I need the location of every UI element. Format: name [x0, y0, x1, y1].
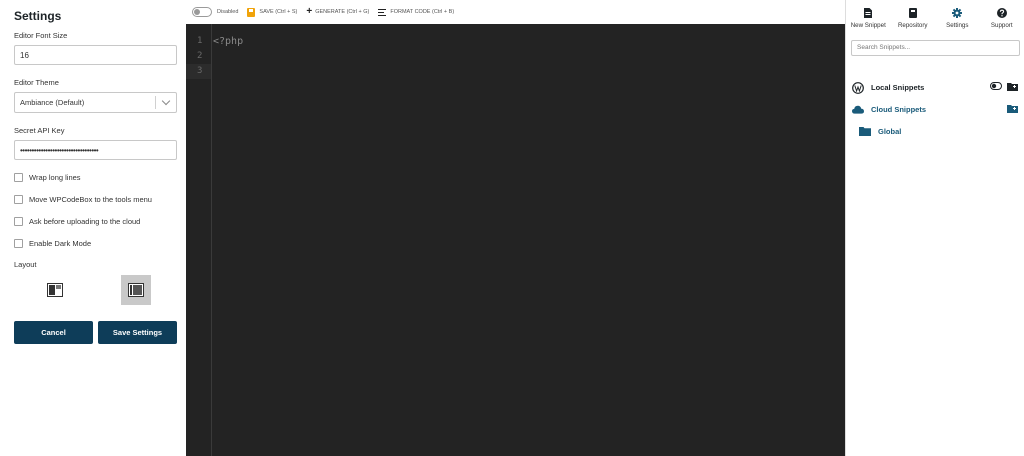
- nav-support-label: Support: [990, 22, 1013, 29]
- layout-option-left[interactable]: [40, 275, 70, 305]
- tools-menu-label: Move WPCodeBox to the tools menu: [29, 195, 152, 204]
- wrap-lines-checkbox[interactable]: [14, 173, 23, 182]
- code-editor[interactable]: 1 2 3 <?php: [186, 24, 845, 456]
- layout-option-right[interactable]: [121, 275, 151, 305]
- line-number: 2: [197, 51, 203, 61]
- add-cloud-folder-icon[interactable]: [1007, 104, 1018, 113]
- nav-settings-label: Settings: [946, 22, 969, 29]
- nav-new-snippet-label: New Snippet: [850, 22, 886, 29]
- tools-menu-option[interactable]: Move WPCodeBox to the tools menu: [14, 194, 177, 205]
- wrap-lines-label: Wrap long lines: [29, 173, 81, 182]
- code-line[interactable]: [213, 64, 243, 79]
- code-line[interactable]: <?php: [213, 34, 243, 49]
- layout-right-icon: [128, 283, 144, 297]
- enable-toggle-control[interactable]: Disabled: [192, 7, 238, 17]
- editor-toolbar: Disabled SAVE (Ctrl + S) + GENERATE (Ctr…: [186, 0, 845, 24]
- font-size-label: Editor Font Size: [14, 31, 68, 40]
- line-number: 1: [197, 36, 203, 46]
- local-snippets-actions: [985, 82, 1018, 91]
- ask-upload-label: Ask before uploading to the cloud: [29, 217, 141, 226]
- global-folder-row[interactable]: Global: [846, 121, 1024, 143]
- cloud-snippets-actions: [1002, 104, 1018, 113]
- api-key-input[interactable]: [14, 140, 177, 160]
- help-icon: [996, 8, 1007, 18]
- settings-actions: Cancel Save Settings: [14, 321, 177, 344]
- app-window: Settings Editor Font Size Editor Theme A…: [0, 0, 1024, 456]
- toggle-status-label: Disabled: [217, 9, 239, 15]
- gear-icon: [952, 8, 963, 18]
- dark-mode-label: Enable Dark Mode: [29, 239, 92, 248]
- save-button-label: SAVE (Ctrl + S): [259, 9, 298, 15]
- nav-repository-label: Repository: [897, 22, 928, 29]
- add-folder-icon[interactable]: [1007, 82, 1018, 91]
- book-icon: [908, 8, 917, 18]
- code-content[interactable]: <?php: [213, 34, 243, 79]
- toggle-icon[interactable]: [990, 82, 1002, 90]
- theme-select-value: Ambiance (Default): [20, 98, 85, 107]
- tools-menu-checkbox[interactable]: [14, 195, 23, 204]
- save-settings-button[interactable]: Save Settings: [98, 321, 177, 344]
- cloud-icon: [852, 104, 864, 116]
- chevron-down-icon: [161, 96, 171, 106]
- layout-left-icon: [47, 283, 63, 297]
- nav-support[interactable]: Support: [980, 0, 1024, 36]
- wordpress-icon: [852, 81, 864, 94]
- font-size-input[interactable]: [14, 45, 177, 65]
- generate-button[interactable]: + GENERATE (Ctrl + G): [306, 6, 370, 17]
- wrap-lines-option[interactable]: Wrap long lines: [14, 172, 177, 183]
- dark-mode-checkbox[interactable]: [14, 239, 23, 248]
- format-code-label: FORMAT CODE (Ctrl + B): [390, 9, 455, 15]
- theme-label: Editor Theme: [14, 78, 59, 87]
- dark-mode-option[interactable]: Enable Dark Mode: [14, 238, 177, 249]
- nav-settings[interactable]: Settings: [935, 0, 980, 36]
- sidebar-nav: New Snippet Repository Settings Support: [846, 0, 1024, 36]
- api-key-label: Secret API Key: [14, 126, 65, 135]
- cloud-snippets-label: Cloud Snippets: [871, 105, 926, 114]
- ask-upload-checkbox[interactable]: [14, 217, 23, 226]
- document-icon: [864, 8, 873, 18]
- enable-toggle[interactable]: [192, 7, 212, 17]
- search-snippets-input[interactable]: [851, 39, 1020, 56]
- settings-title: Settings: [14, 9, 62, 23]
- folder-icon: [859, 126, 871, 138]
- nav-repository[interactable]: Repository: [891, 0, 936, 36]
- layout-label: Layout: [14, 260, 37, 269]
- local-snippets-label: Local Snippets: [871, 83, 925, 92]
- theme-select[interactable]: Ambiance (Default): [14, 92, 177, 113]
- global-folder-label: Global: [878, 127, 902, 136]
- ask-upload-option[interactable]: Ask before uploading to the cloud: [14, 216, 177, 227]
- nav-new-snippet[interactable]: New Snippet: [846, 0, 891, 36]
- format-lines-icon: [378, 8, 387, 16]
- save-button[interactable]: SAVE (Ctrl + S): [247, 7, 298, 17]
- local-snippets-row[interactable]: Local Snippets: [846, 77, 1024, 99]
- layout-options: [14, 275, 177, 309]
- cancel-button[interactable]: Cancel: [14, 321, 93, 344]
- line-number: 3: [186, 64, 211, 79]
- settings-panel: Settings Editor Font Size Editor Theme A…: [0, 0, 186, 456]
- editor-section: Disabled SAVE (Ctrl + S) + GENERATE (Ctr…: [186, 0, 845, 456]
- save-icon: [247, 7, 256, 17]
- code-line[interactable]: [213, 49, 243, 64]
- format-code-button[interactable]: FORMAT CODE (Ctrl + B): [378, 8, 455, 16]
- plus-icon: +: [306, 6, 313, 17]
- select-separator: [155, 96, 156, 109]
- snippets-sidebar: New Snippet Repository Settings Support …: [845, 0, 1024, 456]
- generate-button-label: GENERATE (Ctrl + G): [315, 9, 370, 15]
- cloud-snippets-row[interactable]: Cloud Snippets: [846, 99, 1024, 121]
- line-number-gutter: 1 2 3: [186, 24, 212, 456]
